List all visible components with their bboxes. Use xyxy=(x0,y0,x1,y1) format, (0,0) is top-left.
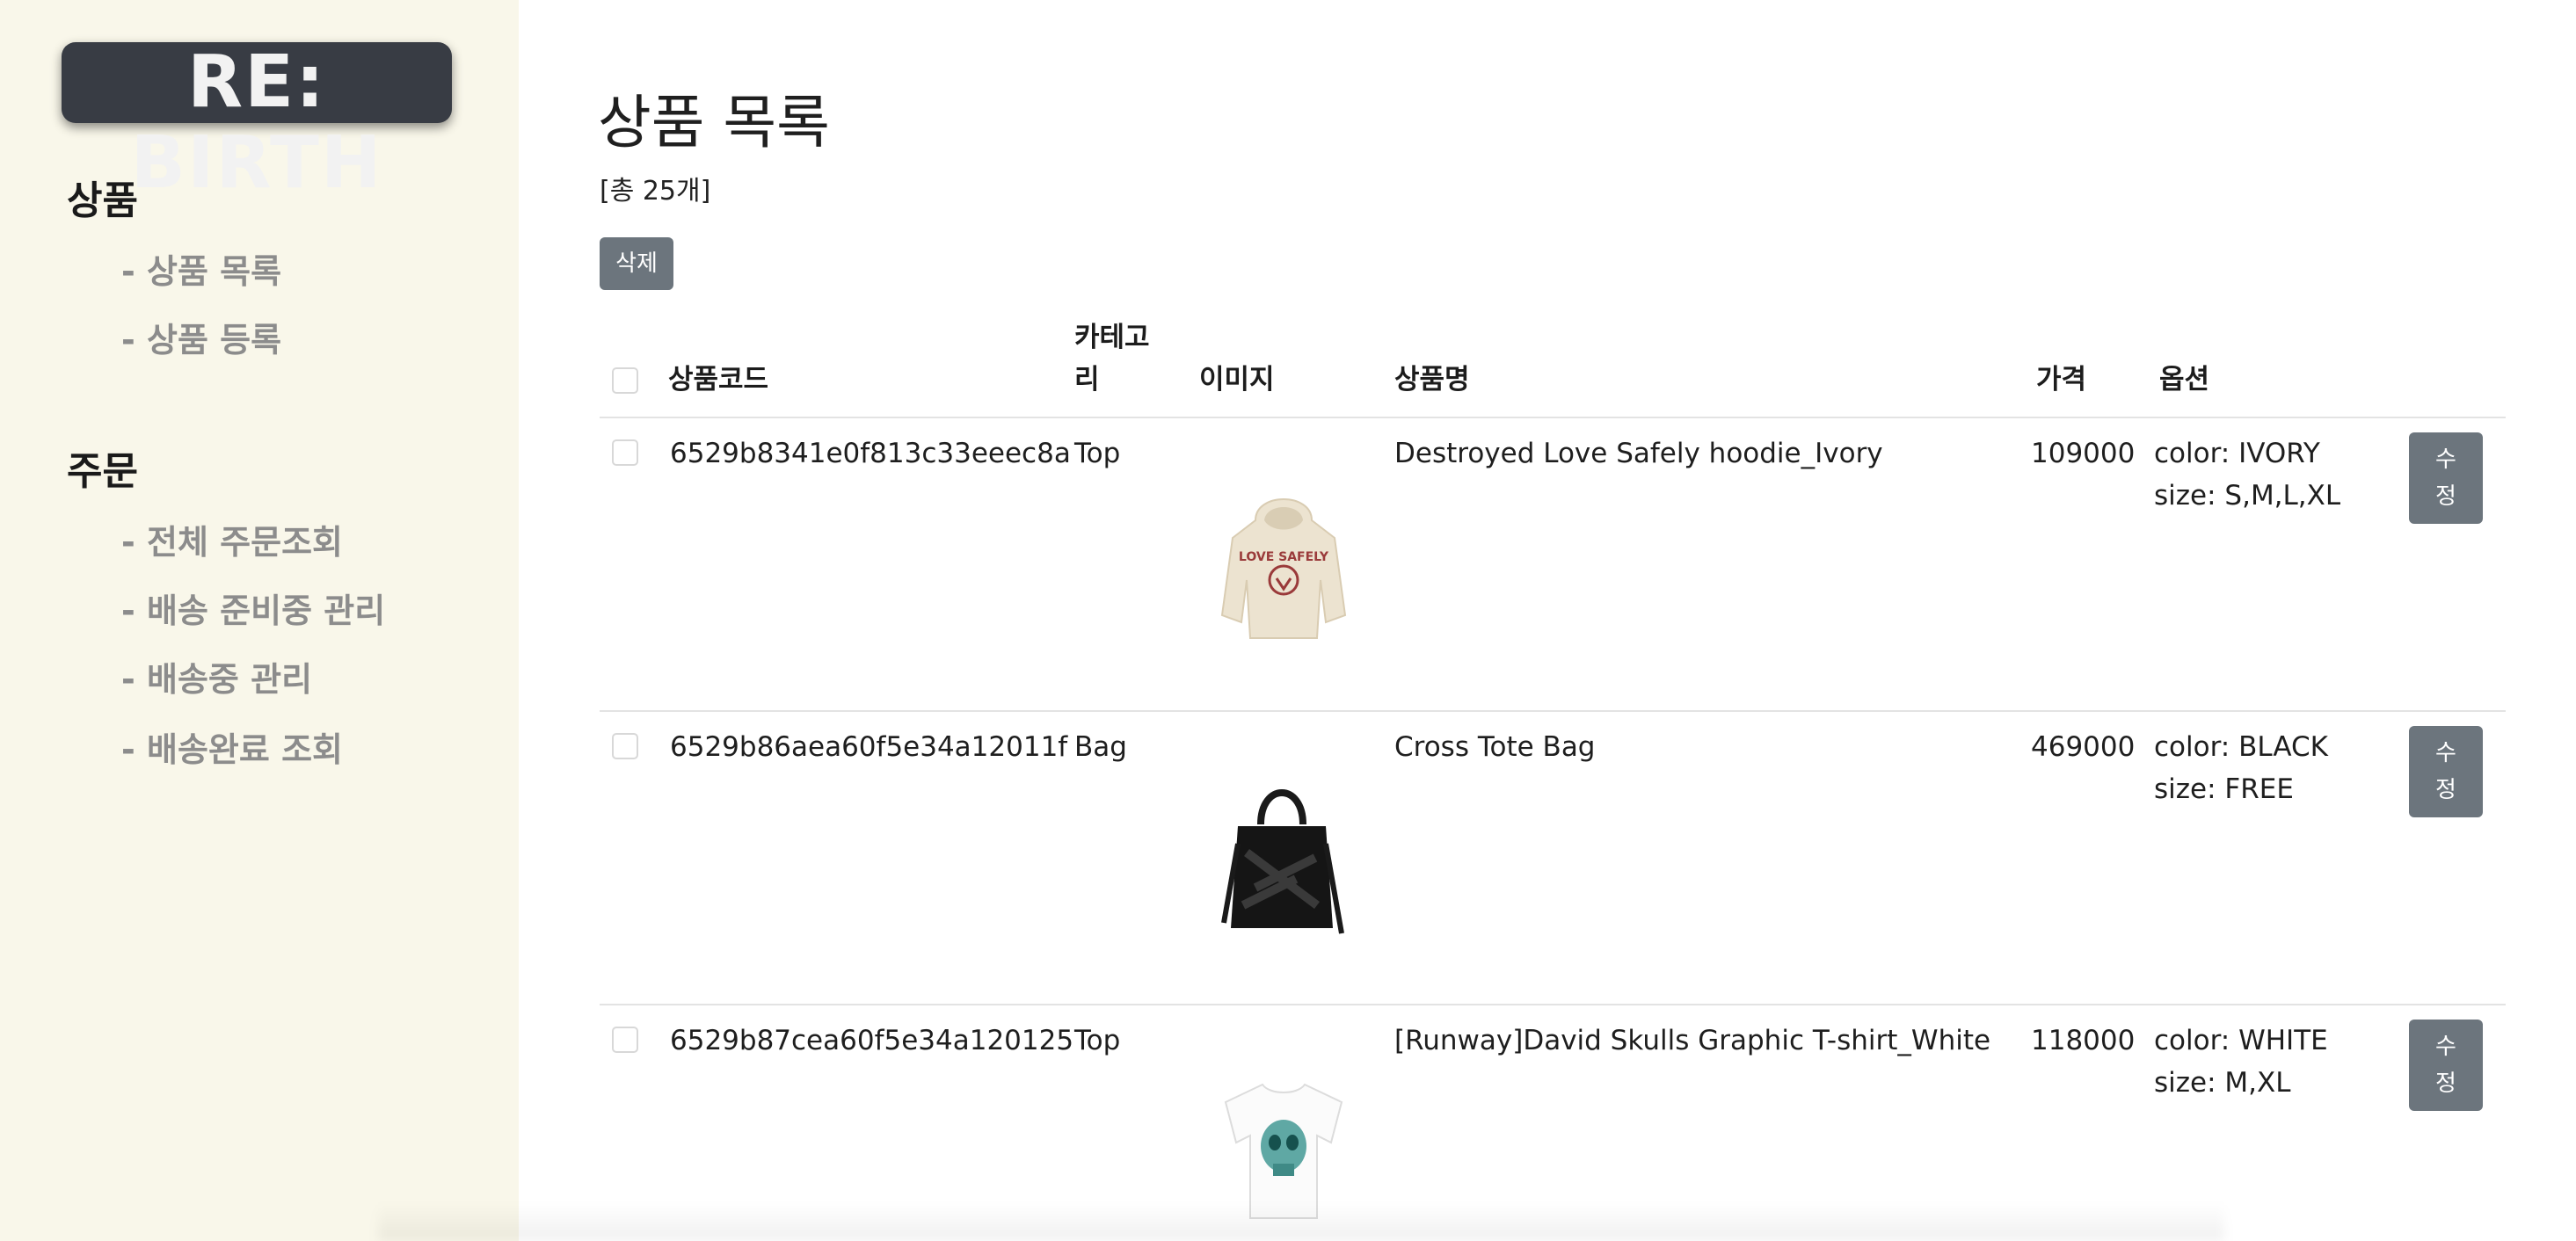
sidebar-item-delivered[interactable]: - 배송완료 조회 xyxy=(121,722,343,771)
product-option-size: size: S,M,L,XL xyxy=(2154,480,2341,512)
edit-button-label-line1: 수 xyxy=(2435,446,2456,473)
product-category: Top xyxy=(1074,438,1121,469)
edit-button-label-line2: 정 xyxy=(2435,777,2456,803)
column-header-price: 가격 xyxy=(2036,364,2087,396)
product-name: [Runway]David Skulls Graphic T-shirt_Whi… xyxy=(1394,1025,1991,1056)
sidebar-item-in-transit[interactable]: - 배송중 관리 xyxy=(121,652,312,700)
page-title: 상품 목록 xyxy=(598,89,830,156)
product-option-color: color: WHITE xyxy=(2154,1025,2328,1056)
edit-button-label-line1: 수 xyxy=(2435,1034,2456,1060)
row-divider xyxy=(600,710,2506,712)
edit-button-label-line2: 정 xyxy=(2435,1070,2456,1097)
product-option-size: size: FREE xyxy=(2154,773,2294,805)
edit-button-label-line2: 정 xyxy=(2435,483,2456,510)
delete-button[interactable]: 삭제 xyxy=(600,237,673,290)
sidebar-item-product-list[interactable]: - 상품 목록 xyxy=(121,244,281,293)
brand-logo[interactable]: RE: BIRTH xyxy=(62,42,452,204)
sidebar-section-products: 상품 xyxy=(67,178,138,223)
row-checkbox[interactable] xyxy=(612,1027,638,1053)
product-image-skull-tshirt xyxy=(1224,1083,1343,1219)
product-name: Cross Tote Bag xyxy=(1394,731,1596,763)
edit-button[interactable]: 수 정 xyxy=(2409,1020,2483,1111)
total-count: [총 25개] xyxy=(600,176,711,207)
row-divider xyxy=(600,1004,2506,1005)
product-code: 6529b86aea60f5e34a12011f xyxy=(670,731,1068,763)
column-header-category-line2: 리 xyxy=(1074,364,1100,396)
product-name: Destroyed Love Safely hoodie_Ivory xyxy=(1394,438,1883,469)
header-divider xyxy=(600,417,2506,418)
bottom-shadow xyxy=(378,1202,2224,1241)
product-price: 118000 xyxy=(2031,1025,2136,1056)
product-option-color: color: BLACK xyxy=(2154,731,2328,763)
select-all-checkbox[interactable] xyxy=(612,367,638,394)
product-category: Bag xyxy=(1074,731,1127,763)
product-option-color: color: IVORY xyxy=(2154,438,2320,469)
column-header-category-line1: 카테고 xyxy=(1074,322,1150,353)
sidebar-item-all-orders[interactable]: - 전체 주문조회 xyxy=(121,515,343,563)
edit-button[interactable]: 수 정 xyxy=(2409,432,2483,524)
sidebar: RE: BIRTH 상품 - 상품 목록 - 상품 등록 주문 - 전체 주문조… xyxy=(0,0,519,1241)
edit-button[interactable]: 수 정 xyxy=(2409,726,2483,817)
sidebar-section-orders: 주문 xyxy=(67,449,138,494)
product-image-hoodie: LOVE SAFELY xyxy=(1220,498,1347,639)
edit-button-label-line1: 수 xyxy=(2435,740,2456,766)
product-code: 6529b87cea60f5e34a120125 xyxy=(670,1025,1074,1056)
column-header-code: 상품코드 xyxy=(668,364,769,396)
product-code: 6529b8341e0f813c33eeec8a xyxy=(670,438,1071,469)
product-price: 469000 xyxy=(2031,731,2136,763)
column-header-option: 옵션 xyxy=(2159,364,2210,396)
svg-text:LOVE SAFELY: LOVE SAFELY xyxy=(1239,550,1329,564)
product-price: 109000 xyxy=(2031,438,2136,469)
product-image-tote-bag xyxy=(1221,789,1344,934)
column-header-name: 상품명 xyxy=(1394,364,1470,396)
sidebar-item-product-register[interactable]: - 상품 등록 xyxy=(121,313,281,361)
row-checkbox[interactable] xyxy=(612,439,638,466)
product-option-size: size: M,XL xyxy=(2154,1067,2291,1099)
column-header-image: 이미지 xyxy=(1199,364,1275,396)
sidebar-item-preparing-shipment[interactable]: - 배송 준비중 관리 xyxy=(121,584,385,632)
row-checkbox[interactable] xyxy=(612,733,638,759)
product-category: Top xyxy=(1074,1025,1121,1056)
